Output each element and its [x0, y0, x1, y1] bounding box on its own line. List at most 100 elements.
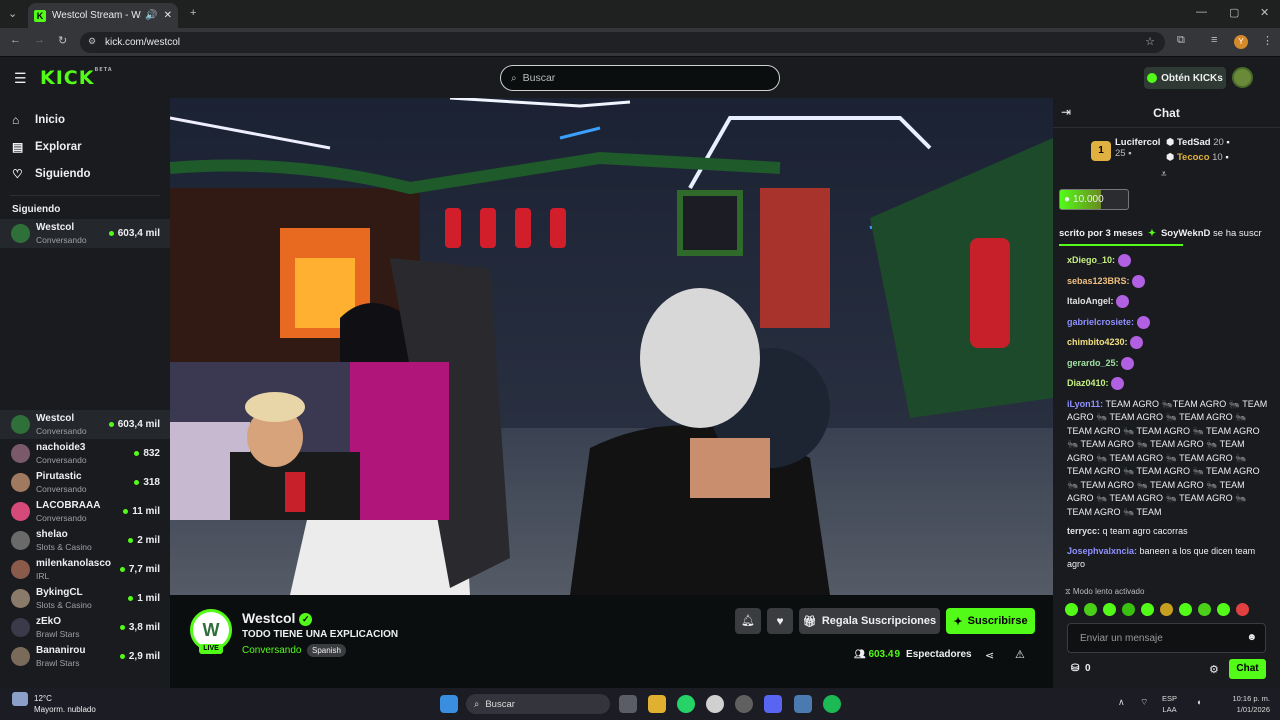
- close-window-icon[interactable]: ✕: [1260, 6, 1269, 19]
- sidebar-channel[interactable]: Westcol Conversando 603,4 mil: [0, 410, 170, 439]
- sidebar-channel[interactable]: Pirutastic Conversando 318: [0, 468, 170, 497]
- emote-icon[interactable]: [1065, 603, 1078, 616]
- top-gifter-3[interactable]: ⬢ Tecoco 10 ▪: [1166, 152, 1229, 163]
- chat-username[interactable]: Diaz0410:: [1067, 378, 1109, 388]
- back-icon[interactable]: ←: [10, 34, 21, 46]
- chat-username[interactable]: iLyon11:: [1067, 399, 1103, 409]
- close-tab-icon[interactable]: ✕: [164, 10, 172, 21]
- sidebar-channel[interactable]: nachoide3 Conversando 832: [0, 439, 170, 468]
- emote-icon[interactable]: [1236, 603, 1249, 616]
- top-gifter-2[interactable]: ⬢ TedSad 20 ▪: [1166, 137, 1230, 148]
- channel-points[interactable]: ⛁ 0: [1071, 663, 1091, 674]
- video-player[interactable]: [170, 98, 1053, 595]
- chat-username[interactable]: xDiego_10:: [1067, 255, 1115, 265]
- nav-inicio[interactable]: ⌂ Inicio: [0, 106, 170, 133]
- network-icon[interactable]: ⌔: [1140, 697, 1148, 708]
- emoji-picker-icon[interactable]: ☻: [1246, 632, 1257, 643]
- kick-logo[interactable]: KICKBETA: [40, 67, 113, 89]
- reading-list-icon[interactable]: ≡: [1211, 34, 1217, 46]
- weather-icon[interactable]: [12, 692, 28, 706]
- sidebar-channel[interactable]: Bananirou Brawl Stars 2,9 mil: [0, 642, 170, 671]
- kicks-goal-progress[interactable]: ● 10.000: [1059, 189, 1129, 210]
- site-info-icon[interactable]: ⚙: [88, 36, 96, 47]
- chat-username[interactable]: sebas123BRS:: [1067, 276, 1130, 286]
- browser-menu-icon[interactable]: ⋮: [1262, 34, 1273, 47]
- subscribe-button[interactable]: ✦ Suscribirse: [946, 608, 1035, 634]
- get-kicks-button[interactable]: Obtén KICKs: [1144, 67, 1226, 89]
- kicks-coin-icon: [1147, 73, 1158, 83]
- sidebar-channel[interactable]: shelao Slots & Casino 2 mil: [0, 526, 170, 555]
- profile-avatar[interactable]: Y: [1234, 35, 1248, 49]
- discord-icon[interactable]: [764, 695, 782, 713]
- emote-icon[interactable]: [1179, 603, 1192, 616]
- reload-icon[interactable]: ↻: [58, 34, 67, 47]
- taskbar-search[interactable]: ⌕ Buscar: [466, 694, 610, 714]
- chat-message: Diaz0410:: [1067, 377, 1273, 391]
- chat-username[interactable]: Josephvalxncia:: [1067, 546, 1137, 556]
- stream-category[interactable]: Conversando: [242, 645, 301, 656]
- clock[interactable]: 10:16 p. m. 1/01/2026: [1222, 693, 1270, 715]
- browser-tab[interactable]: K Westcol Stream - Watch Li 🔊 ✕: [28, 3, 178, 28]
- chat-settings-icon[interactable]: ⚙: [1209, 663, 1219, 676]
- forward-icon[interactable]: →: [34, 34, 45, 46]
- obs-icon[interactable]: [735, 695, 753, 713]
- file-explorer-icon[interactable]: [648, 695, 666, 713]
- emote-icon: [1121, 356, 1135, 370]
- url-field[interactable]: ⚙ kick.com/westcol ☆: [80, 32, 1165, 53]
- language-tag[interactable]: Spanish: [307, 644, 346, 657]
- chat-send-button[interactable]: Chat: [1229, 659, 1266, 679]
- chat-message-input[interactable]: Enviar un mensaje ☻: [1067, 623, 1266, 653]
- sidebar-channel[interactable]: milenkanolasco IRL 7,7 mil: [0, 555, 170, 584]
- start-icon[interactable]: [440, 695, 458, 713]
- emote-icon[interactable]: [1084, 603, 1097, 616]
- sidebar-channel-westcol[interactable]: Westcol Conversando 603,4 mil: [0, 219, 170, 248]
- chat-username[interactable]: gabrielcrosiete:: [1067, 317, 1134, 327]
- emote-icon[interactable]: [1122, 603, 1135, 616]
- emote-icon[interactable]: [1141, 603, 1154, 616]
- search-input[interactable]: ⌕ Buscar: [500, 65, 780, 91]
- app-icon[interactable]: [794, 695, 812, 713]
- emote-icon: [1116, 295, 1130, 309]
- hamburger-menu-icon[interactable]: ☰: [14, 70, 27, 87]
- extensions-icon[interactable]: ⧉: [1177, 34, 1185, 47]
- whatsapp-icon[interactable]: [677, 695, 695, 713]
- channel-avatar: [11, 473, 30, 492]
- tab-list-icon[interactable]: ⌄: [8, 7, 17, 20]
- user-avatar[interactable]: [1232, 67, 1253, 88]
- emote-icon[interactable]: [1160, 603, 1173, 616]
- nav-siguiendo[interactable]: ♡ Siguiendo: [0, 160, 170, 187]
- volume-icon[interactable]: ◖: [1196, 697, 1201, 707]
- top-gifter-1[interactable]: Lucifercol 25 ▪: [1115, 137, 1160, 159]
- spotify-icon[interactable]: [823, 695, 841, 713]
- sidebar-channel[interactable]: LACOBRAAA Conversando 11 mil: [0, 497, 170, 526]
- emote-icon[interactable]: [1217, 603, 1230, 616]
- emote-icon[interactable]: [1103, 603, 1116, 616]
- restore-icon[interactable]: ▢: [1229, 6, 1239, 19]
- emote-icon[interactable]: [1198, 603, 1211, 616]
- share-icon[interactable]: ⋖: [985, 649, 994, 662]
- chat-username[interactable]: chimbito4230:: [1067, 337, 1128, 347]
- audio-icon[interactable]: 🔊: [145, 10, 157, 21]
- language-indicator[interactable]: ESP LAA: [1162, 693, 1177, 715]
- chat-username[interactable]: terrycc:: [1067, 526, 1100, 536]
- chrome-icon[interactable]: [706, 695, 724, 713]
- channel-name[interactable]: Westcol ✓: [242, 610, 313, 626]
- follow-heart-button[interactable]: ♥: [767, 608, 793, 634]
- notification-bell-button[interactable]: 🔔︎: [735, 608, 761, 634]
- weather-widget[interactable]: 12°C Mayorm. nublado: [34, 693, 96, 715]
- tray-chevron-icon[interactable]: ∧: [1118, 697, 1125, 708]
- expand-gifters-icon[interactable]: ⩡: [1161, 169, 1167, 180]
- sidebar-channel[interactable]: BykingCL Slots & Casino 1 mil: [0, 584, 170, 613]
- stream-info-bar: W LIVE Westcol ✓ TODO TIENE UNA EXPLICAC…: [170, 595, 1053, 688]
- nav-explorar[interactable]: ▤ Explorar: [0, 133, 170, 160]
- report-icon[interactable]: ⚠: [1015, 648, 1025, 661]
- channel-avatar: [11, 560, 30, 579]
- bookmark-star-icon[interactable]: ☆: [1145, 35, 1155, 48]
- chat-username[interactable]: gerardo_25:: [1067, 358, 1119, 368]
- task-view-icon[interactable]: [619, 695, 637, 713]
- new-tab-icon[interactable]: +: [190, 7, 196, 19]
- gift-subs-button[interactable]: 🎁︎ Regala Suscripciones: [799, 608, 940, 634]
- chat-username[interactable]: ItaloAngel:: [1067, 296, 1114, 306]
- minimize-icon[interactable]: —: [1196, 6, 1207, 18]
- sidebar-channel[interactable]: zEkO Brawl Stars 3,8 mil: [0, 613, 170, 642]
